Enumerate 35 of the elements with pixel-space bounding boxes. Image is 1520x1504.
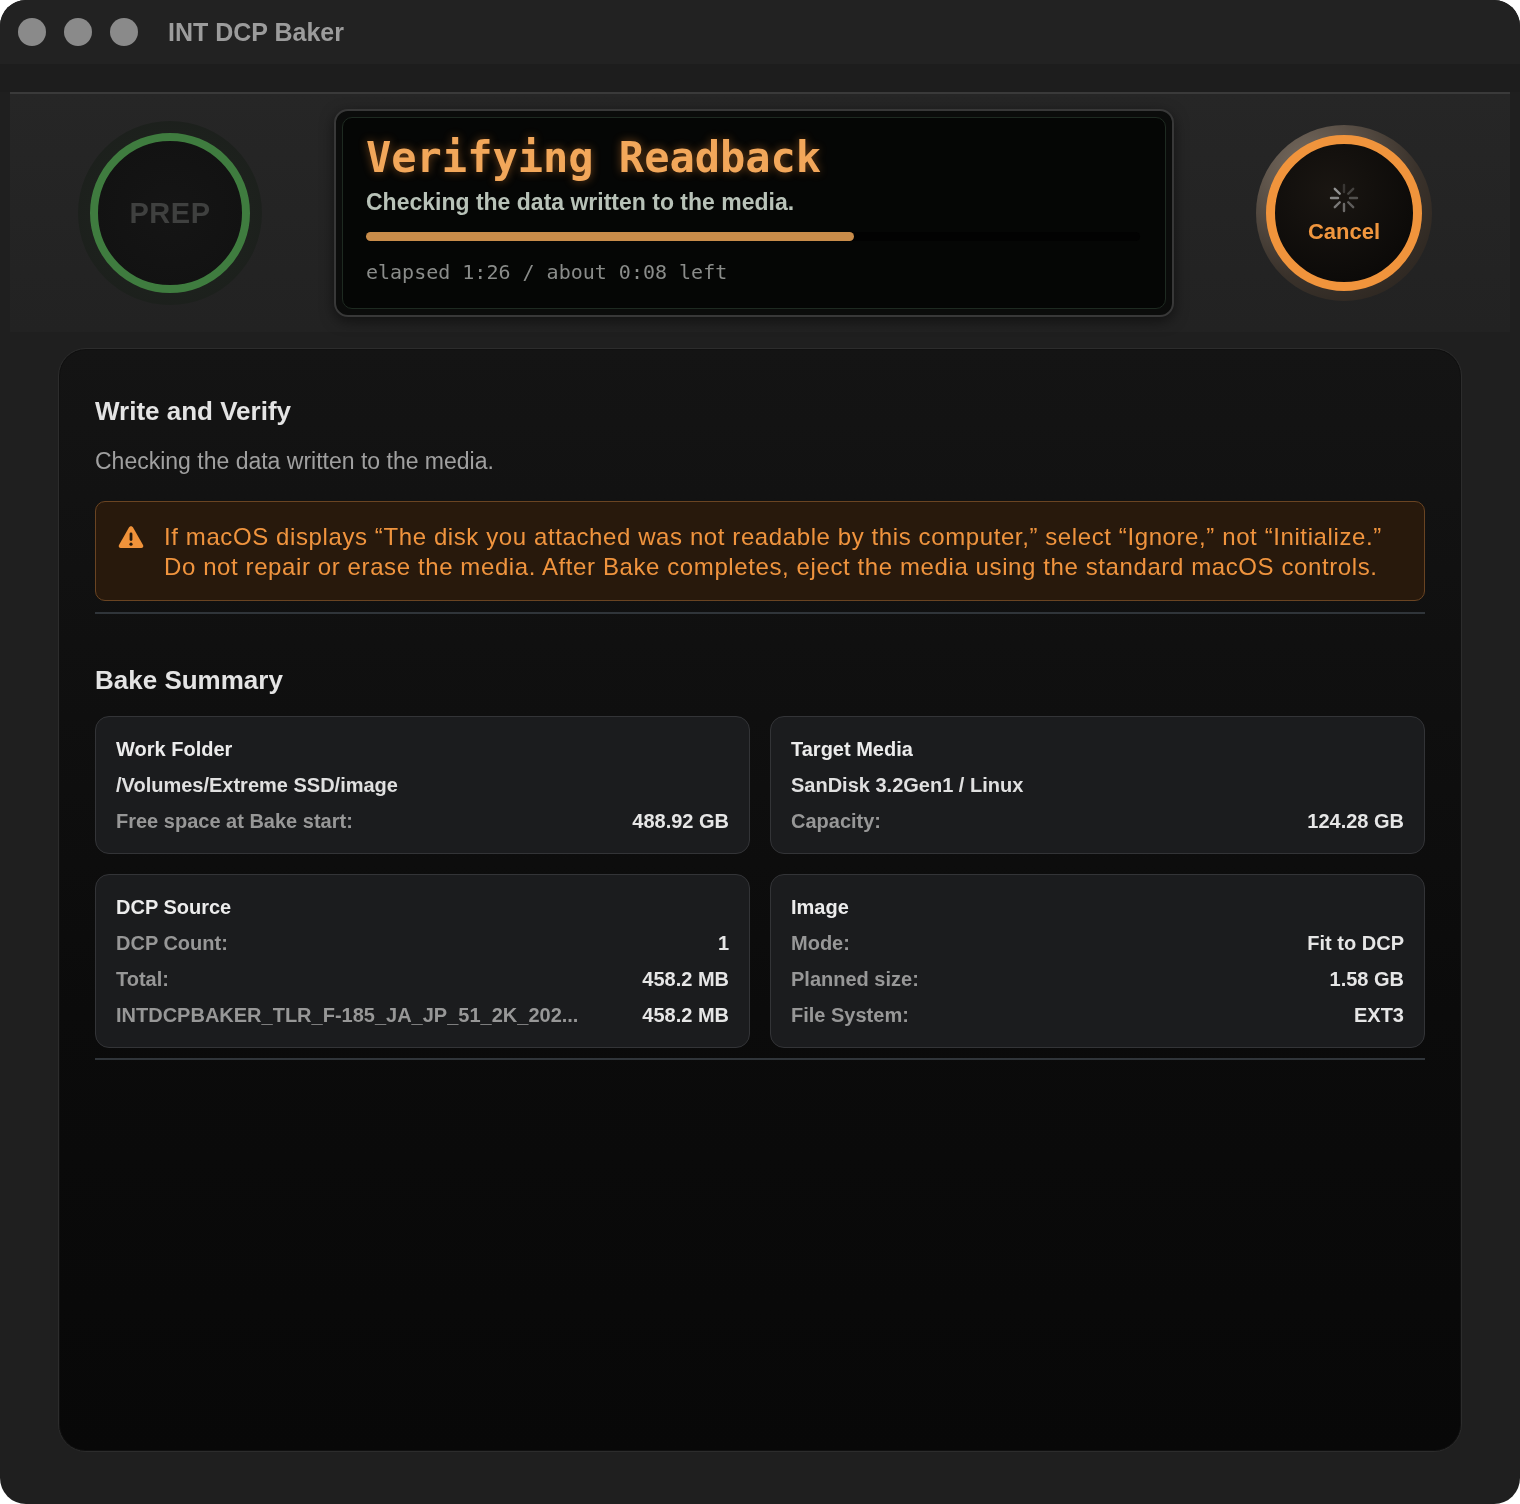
row-value: 124.28 GB [1307,809,1404,834]
row-value: 1 [717,931,729,956]
window-close-button[interactable] [18,18,46,46]
elapsed-time-text: elapsed 1:26 / about 0:08 left [366,259,729,285]
row-value: 458.2 MB [642,1003,729,1028]
row-label: Total: [116,967,169,992]
window-title: INT DCP Baker [168,17,344,47]
card-detail: SanDisk 3.2Gen1 / Linux [791,773,1025,798]
row-value: EXT3 [1353,1003,1404,1028]
row-value: 1.58 GB [1329,967,1404,992]
warning-text: If macOS displays “The disk you attached was not readable by this computer,” select “Ignore,” not “Initialize.” Do not repair or erase the media. After Bake completes, eject the media using the standard macOS controls. [164,522,1383,582]
card-detail: /Volumes/Extreme SSD/image [116,773,399,798]
window-zoom-button[interactable] [110,18,138,46]
warning-icon [118,525,144,549]
summary-title: Bake Summary [95,664,284,696]
row-label: Free space at Bake start: [116,809,353,834]
card-title: DCP Source [116,895,233,920]
row-label: Planned size: [791,967,919,992]
row-label: INTDCPBAKER_TLR_F-185_JA_JP_51_2K_202... [116,1003,579,1028]
card-title: Target Media [791,737,914,762]
cancel-button[interactable]: Cancel [1256,125,1432,301]
row-label: Mode: [791,931,850,956]
status-subtitle: Checking the data written to the media. [366,188,796,216]
row-value: 458.2 MB [642,967,729,992]
row-label: Capacity: [791,809,882,834]
row-value: 488.92 GB [632,809,729,834]
window-minimize-button[interactable] [64,18,92,46]
row-label: File System: [791,1003,909,1028]
row-value: Fit to DCP [1307,931,1404,956]
card-title: Work Folder [116,737,234,762]
section-description: Checking the data written to the media. [95,447,495,475]
section-title: Write and Verify [95,395,293,427]
status-title: Verifying Readback [366,132,823,184]
card-title: Image [791,895,850,920]
row-label: DCP Count: [116,931,228,956]
